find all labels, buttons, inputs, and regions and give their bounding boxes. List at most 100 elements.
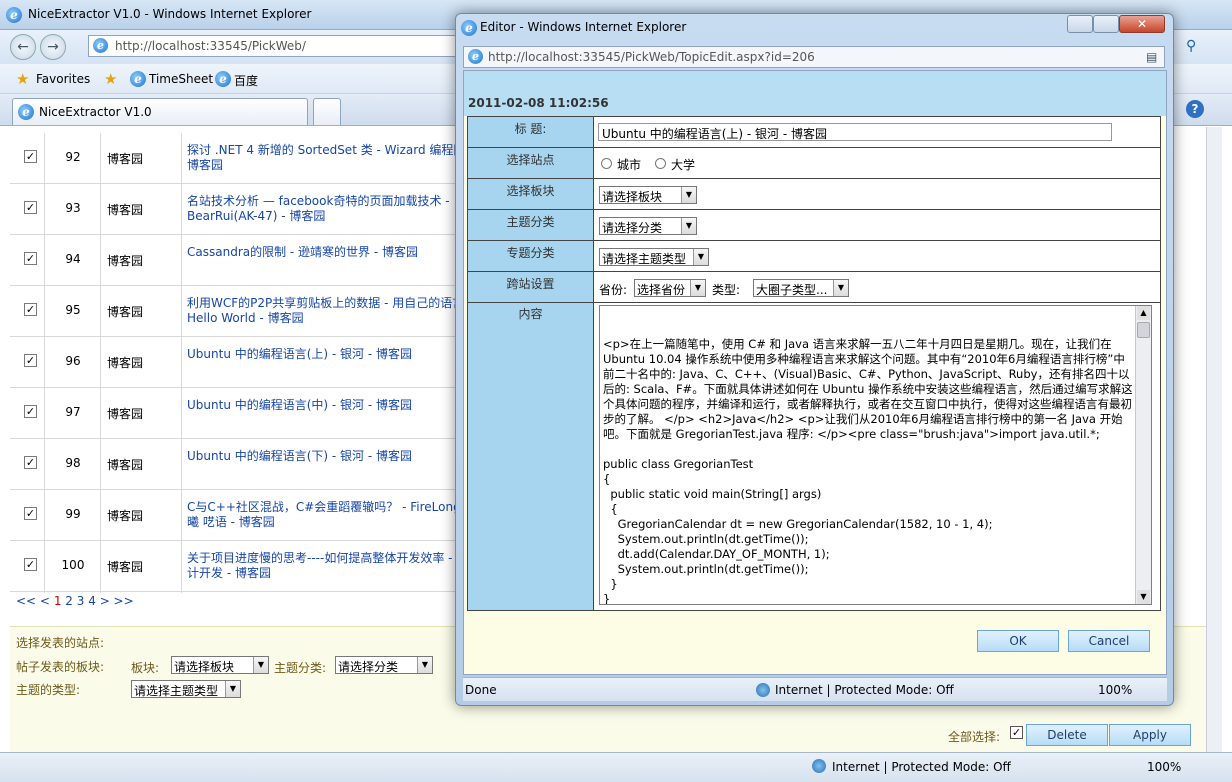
- row-title-link[interactable]: C与C++社区混战，C#会重蹈覆辙吗？ - FireLong-曦 呓语 - 博客…: [187, 500, 477, 534]
- row-checkbox[interactable]: ✓: [24, 405, 37, 418]
- pager-page-1[interactable]: 1: [54, 594, 62, 608]
- popup-category-select[interactable]: 请选择分类 ▼: [599, 217, 697, 235]
- back-button[interactable]: ←: [10, 34, 36, 60]
- popup-topic-select[interactable]: 请选择主题类型 ▼: [599, 248, 709, 266]
- select-all-label: 全部选择:: [948, 730, 1001, 744]
- row-site: 选择站点 城市 大学: [467, 147, 1161, 179]
- board-select[interactable]: 请选择板块 ▼: [171, 656, 269, 674]
- pager-prev[interactable]: << <: [16, 594, 50, 608]
- favorites-button[interactable]: Favorites: [36, 72, 90, 86]
- page-icon: e: [93, 38, 108, 53]
- chevron-down-icon: ▼: [690, 280, 705, 296]
- row-title-link[interactable]: Ubuntu 中的编程语言(上) - 银河 - 博客园: [187, 347, 477, 381]
- apply-button[interactable]: Apply: [1109, 724, 1191, 746]
- tab-ie-icon: e: [18, 104, 34, 120]
- category-select[interactable]: 请选择分类 ▼: [335, 656, 433, 674]
- row-number: 97: [65, 405, 81, 419]
- tab-niceextractor[interactable]: e NiceExtractor V1.0: [12, 98, 308, 125]
- popup-title: Editor - Windows Internet Explorer: [480, 20, 687, 34]
- province-label: 省份:: [599, 283, 628, 297]
- add-favorite-icon[interactable]: ★: [104, 70, 117, 88]
- editor-popup-window: e Editor - Windows Internet Explorer ✕ e…: [455, 13, 1174, 706]
- favorites-star-icon[interactable]: ★: [16, 70, 29, 88]
- tab-label: NiceExtractor V1.0: [39, 105, 152, 119]
- delete-button[interactable]: Delete: [1026, 724, 1108, 746]
- row-checkbox[interactable]: ✓: [24, 456, 37, 469]
- radio-city[interactable]: [601, 158, 612, 169]
- pager-page-4[interactable]: 4: [88, 594, 96, 608]
- row-title-link[interactable]: Ubuntu 中的编程语言(下) - 银河 - 博客园: [187, 449, 477, 483]
- maximize-button[interactable]: [1093, 15, 1119, 33]
- row-number: 96: [65, 354, 81, 368]
- fav-link-timesheet[interactable]: TimeSheet: [149, 72, 213, 86]
- content-scrollbar[interactable]: ▲ ▼: [1135, 306, 1151, 604]
- row-topic: 专题分类 请选择主题类型 ▼: [467, 240, 1161, 272]
- label-category: 主题分类: [468, 210, 594, 240]
- cross-type-label: 类型:: [712, 283, 741, 297]
- pager-next[interactable]: > >>: [100, 594, 134, 608]
- main-zoom-level[interactable]: 100%: [1147, 760, 1181, 774]
- radio-university-label: 大学: [671, 158, 696, 172]
- table-row: ✓ 92 博客园 探讨 .NET 4 新增的 SortedSet 类 - Wizard…: [10, 133, 475, 184]
- row-source: 博客园: [107, 560, 144, 574]
- type-select-value: 请选择主题类型: [134, 684, 219, 698]
- select-all-checkbox[interactable]: ✓: [1010, 726, 1023, 739]
- forward-button[interactable]: →: [40, 34, 66, 60]
- row-checkbox[interactable]: ✓: [24, 201, 37, 214]
- cancel-button[interactable]: Cancel: [1068, 630, 1150, 652]
- fav-link-baidu[interactable]: 百度: [234, 72, 258, 89]
- row-number: 95: [65, 303, 81, 317]
- row-checkbox[interactable]: ✓: [24, 252, 37, 265]
- row-checkbox[interactable]: ✓: [24, 354, 37, 367]
- popup-board-select[interactable]: 请选择板块 ▼: [599, 186, 697, 204]
- row-source: 博客园: [107, 152, 144, 166]
- cross-type-select[interactable]: 大圈子类型... ▼: [753, 279, 849, 297]
- row-checkbox[interactable]: ✓: [24, 150, 37, 163]
- search-icon[interactable]: ⚲: [1186, 38, 1196, 54]
- province-select[interactable]: 选择省份 ▼: [634, 279, 706, 297]
- ok-button[interactable]: OK: [977, 630, 1059, 652]
- radio-university[interactable]: [655, 158, 666, 169]
- main-scrollbar[interactable]: [1206, 127, 1222, 752]
- row-title-link[interactable]: Cassandra的限制 - 逊靖寒的世界 - 博客园: [187, 245, 477, 279]
- row-title-link[interactable]: 名站技术分析 — facebook奇特的页面加载技术 - BearRui(AK-…: [187, 194, 477, 228]
- scroll-thumb[interactable]: [1137, 322, 1150, 338]
- table-row: ✓ 95 博客园 利用WCF的P2P共享剪贴板上的数据 - 用自己的语言个Hello …: [10, 286, 477, 337]
- popup-zoom-level[interactable]: 100%: [1098, 683, 1132, 697]
- content-textarea[interactable]: <p>在上一篇随笔中，使用 C# 和 Java 语言来求解一五八二年十月四日是星…: [599, 305, 1152, 605]
- row-title-link[interactable]: Ubuntu 中的编程语言(中) - 银河 - 博客园: [187, 398, 477, 432]
- table-row: ✓ 100 博客园 关于项目进度慢的思考----如何提高整体开发效率 - 设计开发 -…: [10, 541, 475, 592]
- table-row: ✓ 97 博客园 Ubuntu 中的编程语言(中) - 银河 - 博客园: [10, 388, 475, 439]
- row-title-link[interactable]: 探讨 .NET 4 新增的 SortedSet 类 - Wizard 编程网 -…: [187, 143, 477, 177]
- label-content: 内容: [468, 303, 594, 610]
- scroll-up-icon[interactable]: ▲: [1137, 306, 1150, 320]
- popup-status-bar: Done Internet | Protected Mode: Off 100%: [463, 677, 1167, 701]
- title-input[interactable]: Ubuntu 中的编程语言(上) - 银河 - 博客园: [598, 123, 1112, 141]
- new-tab-button[interactable]: [313, 98, 341, 125]
- popup-url-text: http://localhost:33545/PickWeb/TopicEdit…: [488, 50, 815, 64]
- type-select[interactable]: 请选择主题类型 ▼: [131, 680, 241, 698]
- board-sub-label: 板块:: [131, 661, 160, 675]
- pager-page-2[interactable]: 2: [65, 594, 73, 608]
- popup-page-icon: e: [468, 49, 483, 64]
- row-title-link[interactable]: 利用WCF的P2P共享剪贴板上的数据 - 用自己的语言个Hello World …: [187, 296, 477, 330]
- minimize-button[interactable]: [1067, 15, 1093, 33]
- help-icon[interactable]: ?: [1186, 100, 1204, 118]
- row-source: 博客园: [107, 203, 144, 217]
- label-title: 标 题:: [468, 117, 594, 147]
- pager-page-3[interactable]: 3: [77, 594, 85, 608]
- row-checkbox[interactable]: ✓: [24, 303, 37, 316]
- scroll-down-icon[interactable]: ▼: [1137, 590, 1150, 604]
- pager: << < 1 2 3 4 > >>: [16, 594, 134, 608]
- board-label: 帖子发表的板块:: [16, 660, 105, 674]
- row-checkbox[interactable]: ✓: [24, 507, 37, 520]
- editor-date: 2011-02-08 11:02:56: [468, 96, 609, 110]
- chevron-down-icon: ▼: [253, 657, 268, 673]
- popup-board-value: 请选择板块: [602, 190, 663, 204]
- chevron-down-icon: ▼: [693, 249, 708, 265]
- close-button[interactable]: ✕: [1119, 15, 1165, 33]
- cross-type-value: 大圈子类型...: [756, 283, 828, 297]
- popup-url-bar: e http://localhost:33545/PickWeb/TopicEd…: [463, 46, 1165, 68]
- row-title-link[interactable]: 关于项目进度慢的思考----如何提高整体开发效率 - 设计开发 - 博客园: [187, 551, 477, 585]
- row-checkbox[interactable]: ✓: [24, 558, 37, 571]
